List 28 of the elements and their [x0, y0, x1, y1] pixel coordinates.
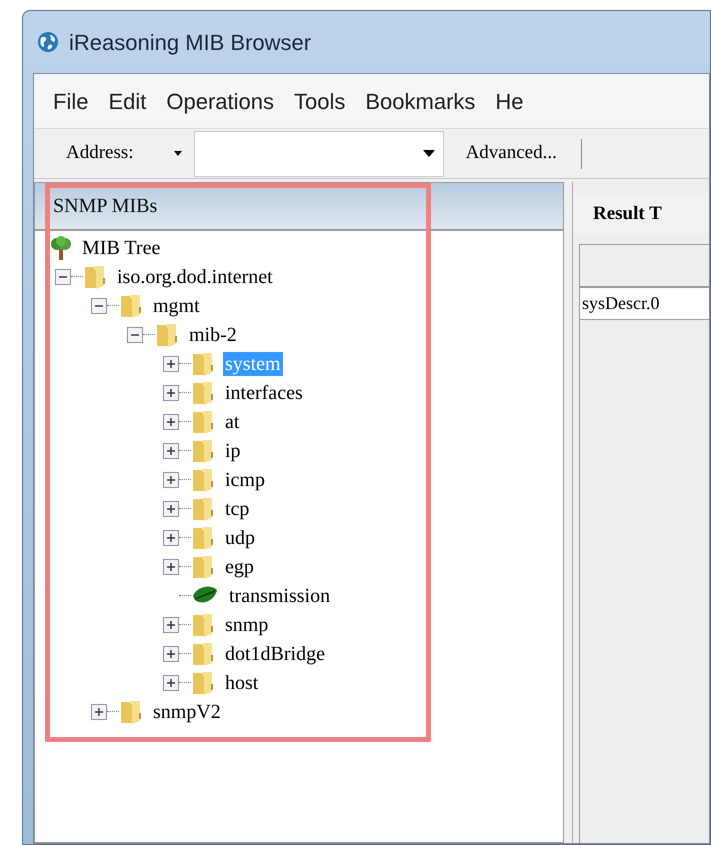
tree-item[interactable]: host: [223, 670, 260, 694]
address-dropdown[interactable]: Address:: [34, 129, 194, 178]
menu-item[interactable]: He: [486, 84, 533, 118]
menu-item[interactable]: Tools: [285, 84, 354, 118]
result-tab[interactable]: Result T: [573, 194, 709, 234]
tree-item[interactable]: snmp: [223, 612, 270, 636]
menu-item[interactable]: File: [44, 84, 98, 118]
tree-item[interactable]: transmission: [227, 584, 332, 608]
tree-item[interactable]: tcp: [223, 496, 252, 520]
window-title: iReasoning MIB Browser: [69, 28, 312, 57]
tree-item[interactable]: udp: [223, 526, 257, 550]
menu-item[interactable]: Operations: [157, 84, 283, 118]
menu-item[interactable]: Bookmarks: [356, 84, 484, 118]
tree-item[interactable]: icmp: [223, 468, 267, 492]
tree-item[interactable]: ip: [223, 438, 243, 462]
tree-item[interactable]: snmpV2: [151, 700, 223, 724]
tree-item[interactable]: dot1dBridge: [223, 642, 327, 666]
tree-item[interactable]: at: [223, 410, 242, 434]
menu-item[interactable]: Edit: [99, 84, 156, 118]
table-cell-text: sysDescr.0: [581, 292, 660, 315]
tree-item[interactable]: mib-2: [187, 322, 239, 346]
tree-item[interactable]: egp: [223, 554, 256, 578]
tree-item[interactable]: MIB Tree: [80, 236, 162, 260]
panel-title: SNMP MIBs: [53, 194, 158, 219]
tree-item[interactable]: mgmt: [151, 294, 202, 318]
tree-item[interactable]: interfaces: [223, 380, 305, 404]
advanced-button[interactable]: Advanced...: [456, 129, 567, 178]
tree-item[interactable]: iso.org.dod.internet: [115, 264, 275, 288]
